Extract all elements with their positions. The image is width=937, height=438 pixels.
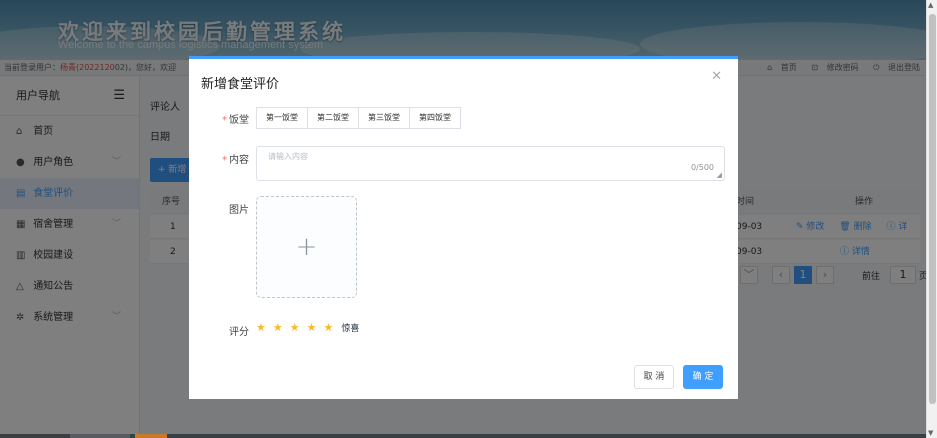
- scroll-up-icon[interactable]: ▲: [928, 1, 933, 9]
- required-mark: *: [222, 115, 227, 126]
- star-icon[interactable]: ★: [324, 321, 334, 334]
- confirm-button[interactable]: 确 定: [683, 365, 723, 389]
- canteen-option-1[interactable]: 第一饭堂: [257, 108, 308, 128]
- content-label: * 内容: [189, 151, 249, 166]
- canteen-label-text: 饭堂: [229, 115, 249, 126]
- close-icon[interactable]: ✕: [711, 69, 722, 84]
- image-label: 图片: [229, 205, 249, 216]
- char-counter: 0/500: [690, 163, 714, 172]
- canteen-option-4[interactable]: 第四饭堂: [410, 108, 460, 128]
- star-icon[interactable]: ★: [273, 321, 283, 334]
- plus-icon: +: [295, 232, 318, 262]
- rating-stars: ★ ★ ★ ★ ★ 惊喜: [256, 321, 359, 334]
- scrollbar-thumb[interactable]: [929, 14, 936, 404]
- image-upload[interactable]: +: [256, 196, 357, 298]
- required-mark: *: [222, 155, 227, 166]
- bottom-bar: [0, 434, 926, 438]
- star-icon[interactable]: ★: [256, 321, 266, 334]
- add-review-dialog: 新增食堂评价 ✕ * 饭堂 第一饭堂 第二饭堂 第三饭堂 第四饭堂 * 内容 请输入…: [189, 56, 738, 399]
- scroll-down-icon[interactable]: ▼: [928, 429, 933, 437]
- bottom-bar-segment: [70, 434, 130, 438]
- resize-handle-icon[interactable]: ◢: [717, 171, 722, 179]
- content-placeholder: 请输入内容: [268, 152, 308, 161]
- bottom-bar-segment: [135, 434, 167, 438]
- cancel-button[interactable]: 取 消: [634, 365, 674, 389]
- canteen-selector: 第一饭堂 第二饭堂 第三饭堂 第四饭堂: [256, 107, 461, 129]
- rating-text: 惊喜: [341, 324, 360, 334]
- canteen-option-2[interactable]: 第二饭堂: [308, 108, 359, 128]
- star-icon[interactable]: ★: [290, 321, 300, 334]
- canteen-label: * 饭堂: [189, 111, 249, 126]
- page-scrollbar[interactable]: ▲ ▼: [926, 0, 937, 438]
- canteen-option-3[interactable]: 第三饭堂: [359, 108, 410, 128]
- dialog-title: 新增食堂评价: [201, 77, 280, 92]
- star-icon[interactable]: ★: [307, 321, 317, 334]
- content-label-text: 内容: [229, 155, 249, 166]
- rating-label: 评分: [229, 327, 249, 338]
- content-textarea[interactable]: 请输入内容 0/500 ◢: [256, 146, 725, 181]
